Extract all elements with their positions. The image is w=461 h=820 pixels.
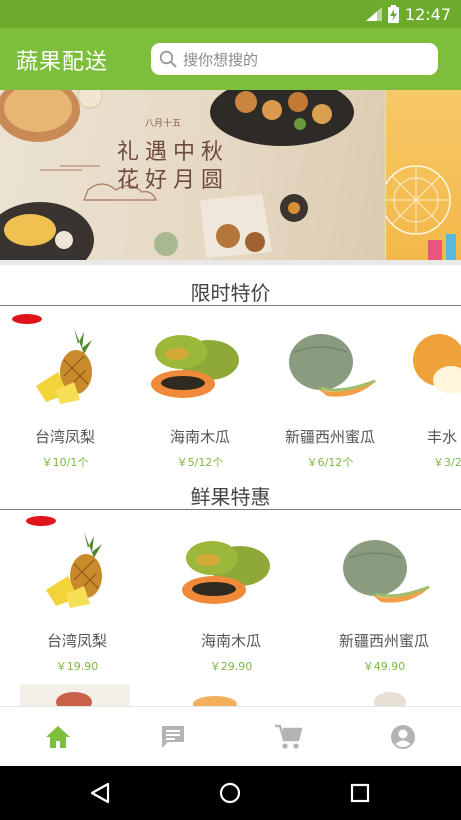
flash-sale-title: 限时特价 — [190, 281, 271, 305]
status-icons: 12:47 — [365, 0, 451, 28]
nav-home[interactable] — [0, 707, 115, 767]
banner-headline-2: 花好月圆 — [117, 168, 230, 193]
search-input[interactable]: 搜你想搜的 — [151, 43, 438, 75]
papaya-image — [151, 335, 239, 398]
battery-charging-icon — [387, 5, 399, 23]
banner-carousel[interactable]: 八月十五 礼遇中秋 花好月圆 — [0, 90, 461, 260]
nav-cart[interactable] — [230, 707, 345, 767]
recents-button[interactable] — [320, 766, 400, 820]
product-name: 新疆西州蜜瓜 — [338, 632, 429, 650]
next-row-preview — [20, 684, 406, 706]
nav-messages[interactable] — [115, 707, 230, 767]
status-time: 12:47 — [404, 4, 451, 24]
signal-icon — [365, 7, 382, 21]
pineapple-image — [36, 328, 92, 404]
fresh-deals-grid: 台湾凤梨 ￥19.90 海南木瓜 ￥29.90 新疆西州蜜瓜 ￥49.90 — [0, 510, 461, 706]
product-name: 海南木瓜 — [200, 632, 261, 650]
product-price: ￥29.90 — [209, 660, 253, 673]
bottom-nav — [0, 706, 461, 766]
banner-slide-next[interactable] — [386, 90, 461, 260]
cart-icon — [274, 724, 302, 749]
system-nav-bar — [0, 766, 461, 820]
banner-tagline: 八月十五 — [145, 119, 182, 129]
fresh-deals-title: 鲜果特惠 — [190, 485, 271, 509]
flash-sale-carousel[interactable]: 台湾凤梨 ￥10/1个 海南木瓜 ￥5/12个 新疆西州蜜瓜 ￥6/12个 丰水 — [0, 306, 461, 476]
product-price: ￥10/1个 — [41, 456, 89, 469]
recents-icon — [350, 783, 370, 803]
product-card[interactable]: 台湾凤梨 ￥19.90 — [8, 510, 146, 680]
home-button[interactable] — [190, 766, 270, 820]
melon-image — [343, 540, 431, 603]
promo-badge — [12, 314, 42, 324]
pineapple-image — [46, 532, 102, 608]
message-icon — [161, 726, 184, 748]
home-icon — [45, 726, 70, 748]
account-icon — [390, 725, 415, 749]
nav-account[interactable] — [345, 707, 460, 767]
product-name: 台湾凤梨 — [46, 632, 107, 650]
product-card[interactable]: 丰水 ￥3/2 — [395, 306, 461, 476]
ferris-wheel-illustration — [386, 165, 456, 260]
product-card[interactable]: 海南木瓜 ￥29.90 — [162, 510, 300, 680]
home-circle-icon — [219, 782, 241, 804]
product-price: ￥6/12个 — [306, 456, 354, 469]
product-name: 海南木瓜 — [169, 428, 230, 446]
melon-image — [289, 334, 377, 397]
promo-badge — [26, 516, 56, 526]
app-bar: 蔬果配送 搜你想搜的 — [0, 28, 461, 90]
product-card[interactable]: 新疆西州蜜瓜 ￥49.90 — [315, 510, 453, 680]
search-icon — [159, 50, 177, 68]
status-bar: 12:47 — [0, 0, 461, 28]
product-price: ￥49.90 — [362, 660, 406, 673]
back-button[interactable] — [60, 766, 140, 820]
back-icon — [90, 782, 110, 804]
product-name: 新疆西州蜜瓜 — [284, 428, 375, 446]
app-title: 蔬果配送 — [16, 50, 109, 75]
pear-image — [413, 334, 461, 394]
papaya-image — [182, 541, 270, 604]
product-card[interactable]: 台湾凤梨 ￥10/1个 — [0, 306, 130, 476]
product-name: 丰水 — [427, 428, 458, 446]
product-price: ￥19.90 — [55, 660, 99, 673]
search-placeholder: 搜你想搜的 — [183, 50, 259, 69]
product-card[interactable]: 新疆西州蜜瓜 ￥6/12个 — [265, 306, 395, 476]
product-price: ￥5/12个 — [176, 456, 224, 469]
product-name: 台湾凤梨 — [34, 428, 95, 446]
section-divider — [0, 260, 461, 265]
product-card[interactable]: 海南木瓜 ￥5/12个 — [135, 306, 265, 476]
banner-slide-mid-autumn[interactable]: 八月十五 礼遇中秋 花好月圆 — [0, 90, 385, 260]
product-price: ￥3/2 — [433, 456, 461, 469]
